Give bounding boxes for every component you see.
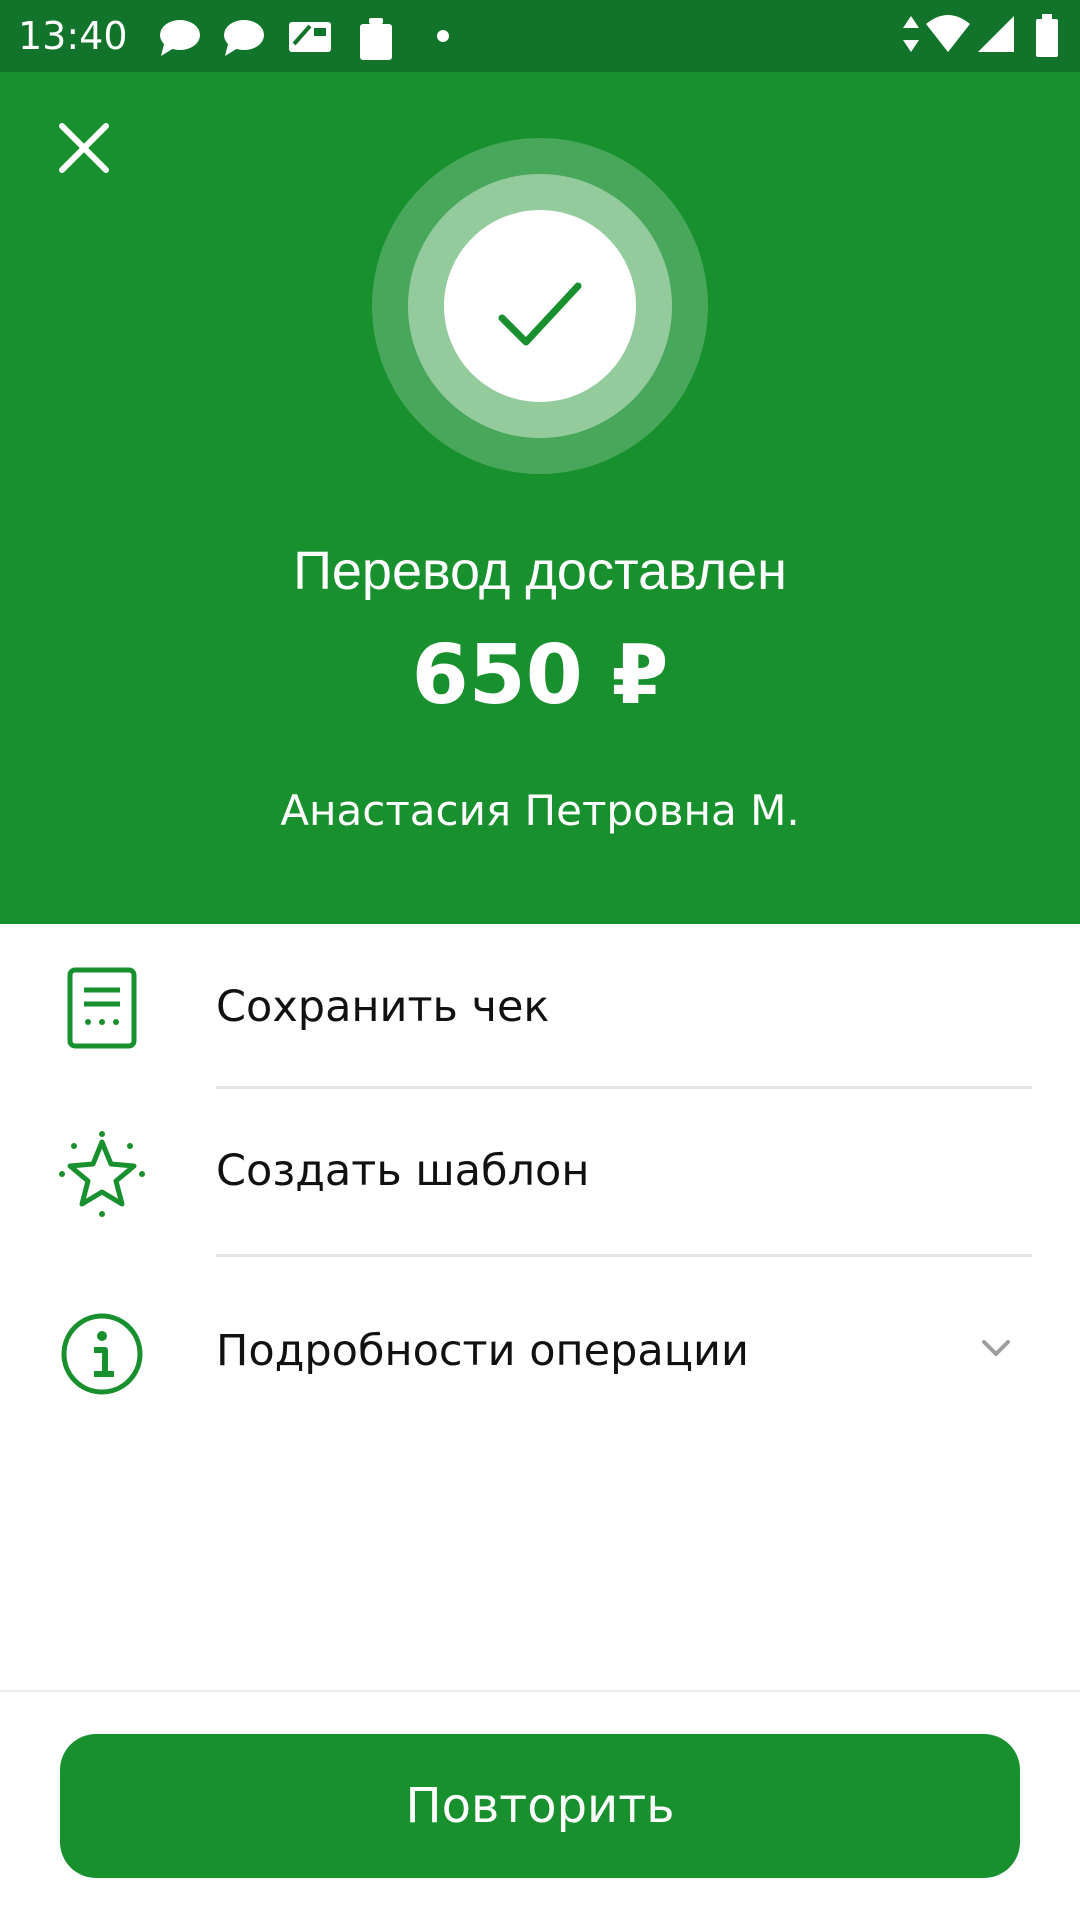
divider [216,1254,1032,1257]
checkmark-icon [498,282,582,346]
battery-icon [1036,14,1058,57]
briefcase-icon [360,18,392,60]
data-arrows-icon [903,16,919,52]
receipt-icon [67,967,137,1049]
divider [216,1086,1032,1089]
save-receipt-action[interactable]: Сохранить чек [0,924,1080,1092]
info-icon [61,1313,143,1395]
footer-divider [0,1690,1080,1692]
close-icon[interactable] [54,118,114,178]
operation-details-label: Подробности операции [216,1326,749,1376]
star-icon [59,1131,145,1217]
transfer-amount: 650 ₽ [411,628,669,723]
operation-details-action[interactable]: Подробности операции [0,1258,1080,1426]
message-icon [224,20,264,56]
create-template-label: Создать шаблон [216,1146,590,1196]
create-template-action[interactable]: Создать шаблон [0,1090,1080,1258]
transfer-status-title: Перевод доставлен [293,541,787,601]
status-time: 13:40 [18,14,128,58]
save-receipt-label: Сохранить чек [216,982,550,1032]
wifi-icon [926,15,970,52]
status-bar: 13:40 [0,0,1080,72]
recipient-name: Анастасия Петровна М. [280,786,800,835]
repeat-button[interactable]: Повторить [60,1734,1020,1878]
signal-icon [978,16,1014,52]
notification-dot-icon [437,30,449,42]
message-icon [160,20,200,56]
card-icon [289,22,331,52]
chevron-down-icon[interactable] [978,1330,1014,1366]
